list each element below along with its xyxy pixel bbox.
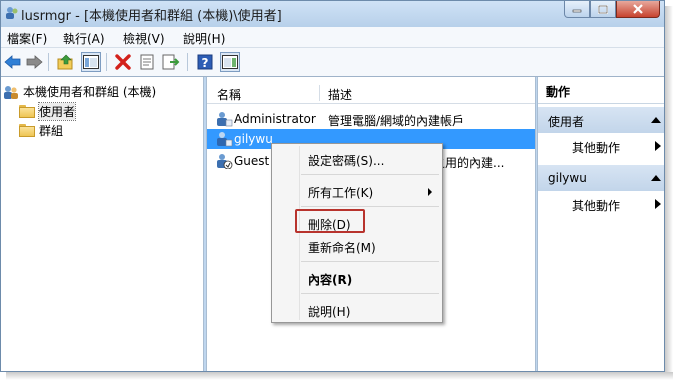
actions-item-label: 其他動作: [572, 141, 621, 155]
tree-item-groups-label: 群組: [39, 124, 64, 138]
tree-pane: 本機使用者和群組 (本機) 使用者 群組: [1, 77, 204, 371]
actions-more-actions-gilywu[interactable]: 其他動作: [538, 193, 664, 215]
toolbar: ?: [1, 48, 664, 77]
folder-icon: [19, 105, 35, 118]
svg-text:?: ?: [202, 56, 209, 70]
up-folder-icon: [57, 54, 73, 70]
list-row-name: Administrator: [234, 112, 316, 126]
list-row-description: 之用的內建...: [433, 156, 505, 170]
actions-title: 動作: [538, 77, 664, 104]
menu-view[interactable]: 檢視(V): [123, 30, 165, 47]
actions-item-label: 其他動作: [572, 199, 621, 213]
actions-section-header: gilywu: [548, 171, 587, 185]
column-header-description[interactable]: 描述: [328, 86, 352, 103]
user-icon: [217, 112, 233, 127]
show-hide-action-pane-icon: [222, 55, 238, 69]
mmc-window: lusrmgr - [本機使用者和群組 (本機)\使用者] 檔案(F) 執行(A…: [0, 0, 665, 372]
users-app-icon: [6, 7, 18, 19]
actions-section-header: 使用者: [548, 115, 585, 129]
submenu-arrow-icon: [428, 188, 432, 196]
menu-bar: 檔案(F) 執行(A) 檢視(V) 說明(H): [1, 27, 664, 48]
users-groups-icon: [4, 85, 18, 99]
menu-item-help[interactable]: 說明(H): [308, 303, 350, 320]
list-row-administrator[interactable]: Administrator 管理電腦/網域的內建帳戶: [207, 109, 535, 129]
delete-button[interactable]: [113, 52, 133, 72]
tree-root[interactable]: 本機使用者和群組 (本機): [3, 83, 156, 100]
delete-highlight-box: [295, 209, 365, 233]
collapse-up-icon[interactable]: [651, 117, 661, 123]
menu-item-all-tasks[interactable]: 所有工作(K): [308, 184, 373, 201]
actions-pane: 動作 使用者 其他動作 gilywu 其他動作: [537, 77, 664, 371]
properties-icon: [140, 54, 154, 70]
submenu-arrow-icon: [655, 141, 661, 151]
menu-action[interactable]: 執行(A): [63, 30, 105, 47]
list-row-name: Guest: [234, 154, 270, 168]
tree-item-users-label: 使用者: [37, 102, 77, 121]
close-icon: [633, 4, 643, 14]
list-row-name: gilywu: [234, 132, 273, 146]
window-title: lusrmgr - [本機使用者和群組 (本機)\使用者]: [21, 9, 282, 24]
collapse-up-icon[interactable]: [651, 175, 661, 181]
help-icon: ?: [197, 54, 213, 70]
back-button[interactable]: [3, 52, 23, 72]
up-button[interactable]: [56, 52, 76, 72]
disabled-user-icon: [217, 154, 233, 169]
actions-section-users[interactable]: 使用者: [538, 107, 664, 133]
show-hide-tree-button[interactable]: [81, 52, 101, 72]
restore-icon: [598, 5, 608, 14]
delete-x-icon: [115, 54, 131, 70]
menu-item-rename[interactable]: 重新命名(M): [308, 239, 376, 256]
restore-button[interactable]: [590, 1, 616, 18]
tree-item-users[interactable]: 使用者: [19, 102, 77, 121]
actions-title-label: 動作: [546, 85, 571, 99]
show-hide-action-pane-button[interactable]: [220, 52, 240, 72]
show-hide-tree-icon: [83, 55, 99, 69]
column-header-name[interactable]: 名稱: [217, 86, 241, 103]
menu-item-set-password[interactable]: 設定密碼(S)...: [308, 152, 384, 169]
back-arrow-icon: [4, 55, 21, 69]
menu-file[interactable]: 檔案(F): [7, 30, 47, 47]
folder-icon: [19, 124, 35, 137]
forward-arrow-icon: [26, 55, 43, 69]
help-button[interactable]: ?: [195, 52, 215, 72]
actions-section-gilywu[interactable]: gilywu: [538, 165, 664, 191]
user-icon: [217, 132, 233, 147]
context-menu: 設定密碼(S)... 所有工作(K) 刪除(D) 重新命名(M) 內容(R) 說…: [271, 143, 443, 323]
menu-item-properties[interactable]: 內容(R): [308, 271, 352, 288]
list-row-description: 管理電腦/網域的內建帳戶: [328, 114, 465, 128]
menu-help[interactable]: 說明(H): [183, 30, 225, 47]
close-button[interactable]: [616, 1, 660, 18]
title-bar[interactable]: lusrmgr - [本機使用者和群組 (本機)\使用者]: [1, 1, 664, 27]
actions-more-actions-users[interactable]: 其他動作: [538, 135, 664, 157]
export-list-button[interactable]: [161, 52, 181, 72]
minimize-button[interactable]: [564, 1, 590, 18]
properties-button[interactable]: [137, 52, 157, 72]
column-header-row: 名稱 描述: [207, 83, 535, 104]
submenu-arrow-icon: [655, 199, 661, 209]
export-list-icon: [162, 54, 180, 70]
minimize-icon: [572, 9, 582, 13]
forward-button[interactable]: [24, 52, 44, 72]
tree-root-label: 本機使用者和群組 (本機): [23, 85, 157, 99]
tree-item-groups[interactable]: 群組: [19, 122, 63, 139]
